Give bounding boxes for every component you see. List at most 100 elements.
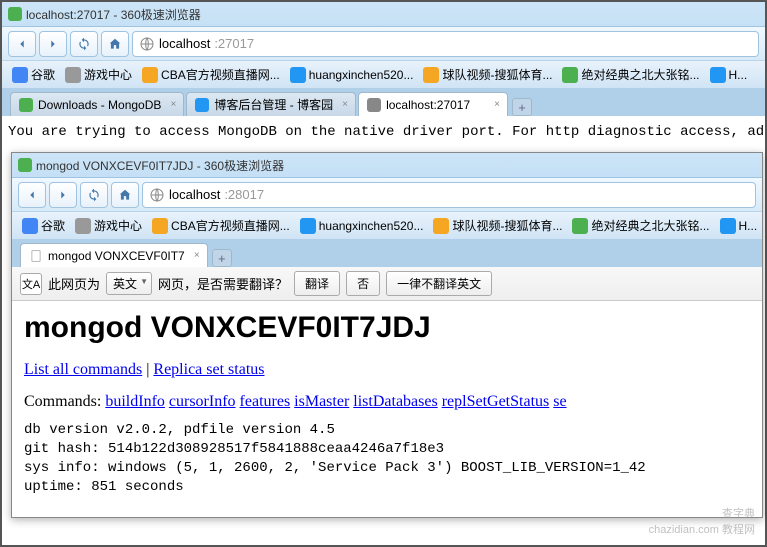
bookmark-icon: [152, 218, 168, 234]
outer-browser: localhost:27017 - 360极速浏览器 localhost:270…: [2, 2, 765, 148]
tab-label: Downloads - MongoDB: [38, 98, 161, 112]
command-link[interactable]: features: [240, 393, 291, 410]
bookmark-item[interactable]: 绝对经典之北大张铭...: [568, 215, 713, 236]
translate-question: 网页，是否需要翻译？: [158, 274, 288, 293]
bookmark-icon: [720, 218, 736, 234]
window-title: mongod VONXCEVF0IT7JDJ - 360极速浏览器: [36, 157, 284, 174]
bookmark-label: 游戏中心: [84, 66, 132, 83]
bookmark-label: 绝对经典之北大张铭...: [581, 66, 699, 83]
forward-button[interactable]: [49, 182, 77, 208]
bookmark-item[interactable]: 绝对经典之北大张铭...: [558, 64, 703, 85]
command-link[interactable]: buildInfo: [105, 393, 165, 410]
bookmark-icon: [572, 218, 588, 234]
command-link[interactable]: cursorInfo: [169, 393, 236, 410]
command-link[interactable]: se: [553, 393, 566, 410]
tab-favicon: [367, 98, 381, 112]
bookmark-item[interactable]: 游戏中心: [61, 64, 136, 85]
bookmark-label: H...: [739, 219, 758, 233]
bookmark-item[interactable]: H...: [716, 216, 762, 236]
address-host: localhost: [159, 36, 210, 51]
no-button[interactable]: 否: [346, 271, 380, 296]
forward-button[interactable]: [39, 31, 67, 57]
bookmark-label: 谷歌: [41, 217, 65, 234]
inner-tab[interactable]: mongod VONXCEVF0IT7 ×: [20, 243, 208, 267]
language-select[interactable]: 英文: [106, 272, 152, 295]
browser-tab[interactable]: 博客后台管理 - 博客园 ×: [186, 92, 356, 116]
bookmark-icon: [710, 67, 726, 83]
page-heading: mongod VONXCEVF0IT7JDJ: [24, 311, 750, 345]
address-host: localhost: [169, 187, 220, 202]
bookmark-label: CBA官方视频直播网...: [161, 66, 280, 83]
globe-icon: [149, 187, 165, 203]
close-icon[interactable]: ×: [491, 99, 503, 111]
command-link[interactable]: replSetGetStatus: [442, 393, 550, 410]
bookmark-item[interactable]: 球队视频-搜狐体育...: [419, 64, 556, 85]
tab-favicon: [195, 98, 209, 112]
browser-tab[interactable]: Downloads - MongoDB ×: [10, 92, 184, 116]
bookmark-icon: [22, 218, 38, 234]
outer-page-content: You are trying to access MongoDB on the …: [2, 116, 765, 148]
bookmark-label: CBA官方视频直播网...: [171, 217, 290, 234]
bookmark-item[interactable]: 谷歌: [18, 215, 69, 236]
commands-label: Commands:: [24, 393, 105, 410]
inner-browser: mongod VONXCEVF0IT7JDJ - 360极速浏览器 localh…: [11, 152, 763, 518]
tab-label: mongod VONXCEVF0IT7: [48, 249, 185, 263]
outer-tab-bar: Downloads - MongoDB×博客后台管理 - 博客园×localho…: [2, 88, 765, 116]
reload-button[interactable]: [70, 31, 98, 57]
info-line: uptime: 851 seconds: [24, 478, 750, 497]
inner-nav-bar: localhost :28017: [12, 177, 762, 211]
bookmark-icon: [423, 67, 439, 83]
replica-status-link[interactable]: Replica set status: [153, 361, 264, 378]
bookmark-label: 绝对经典之北大张铭...: [591, 217, 709, 234]
back-button[interactable]: [8, 31, 36, 57]
new-tab-button[interactable]: +: [512, 98, 532, 116]
window-title: localhost:27017 - 360极速浏览器: [26, 6, 201, 23]
command-link[interactable]: isMaster: [294, 393, 349, 410]
bookmark-label: 游戏中心: [94, 217, 142, 234]
never-translate-button[interactable]: 一律不翻译英文: [386, 271, 492, 296]
bookmark-item[interactable]: CBA官方视频直播网...: [148, 215, 294, 236]
inner-tab-bar: mongod VONXCEVF0IT7 × +: [12, 239, 762, 267]
close-icon[interactable]: ×: [167, 99, 179, 111]
address-port: :28017: [224, 187, 264, 202]
new-tab-button[interactable]: +: [212, 249, 232, 267]
bookmark-item[interactable]: 球队视频-搜狐体育...: [429, 215, 566, 236]
info-line: sys info: windows (5, 1, 2600, 2, 'Servi…: [24, 459, 750, 478]
outer-bookmark-bar: 谷歌 游戏中心 CBA官方视频直播网... huangxinchen520... 球队视…: [2, 60, 765, 88]
bookmark-icon: [433, 218, 449, 234]
bookmark-item[interactable]: CBA官方视频直播网...: [138, 64, 284, 85]
translate-button[interactable]: 翻译: [294, 271, 340, 296]
translate-icon: 文A: [20, 273, 42, 295]
globe-icon: [139, 36, 155, 52]
command-link[interactable]: listDatabases: [353, 393, 437, 410]
bookmark-icon: [300, 218, 316, 234]
bookmark-label: huangxinchen520...: [319, 219, 424, 233]
bookmark-item[interactable]: H...: [706, 65, 752, 85]
inner-bookmark-bar: 谷歌 游戏中心 CBA官方视频直播网... huangxinchen520... 球队视…: [12, 211, 762, 239]
bookmark-icon: [142, 67, 158, 83]
bookmark-label: huangxinchen520...: [309, 68, 414, 82]
bookmark-label: 球队视频-搜狐体育...: [442, 66, 552, 83]
bookmark-item[interactable]: 游戏中心: [71, 215, 146, 236]
outer-title-bar: localhost:27017 - 360极速浏览器: [2, 2, 765, 26]
tab-label: 博客后台管理 - 博客园: [214, 96, 333, 113]
bookmark-item[interactable]: huangxinchen520...: [286, 65, 418, 85]
page-icon: [29, 249, 43, 263]
home-button[interactable]: [111, 182, 139, 208]
back-button[interactable]: [18, 182, 46, 208]
translate-prefix: 此网页为: [48, 274, 100, 293]
info-line: git hash: 514b122d308928517f5841888ceaa4…: [24, 440, 750, 459]
close-icon[interactable]: ×: [339, 99, 351, 111]
reload-button[interactable]: [80, 182, 108, 208]
bookmark-item[interactable]: 谷歌: [8, 64, 59, 85]
outer-address-bar[interactable]: localhost:27017: [132, 31, 759, 57]
bookmark-label: H...: [729, 68, 748, 82]
bookmark-item[interactable]: huangxinchen520...: [296, 216, 428, 236]
inner-title-bar: mongod VONXCEVF0IT7JDJ - 360极速浏览器: [12, 153, 762, 177]
inner-address-bar[interactable]: localhost :28017: [142, 182, 756, 208]
browser-tab[interactable]: localhost:27017×: [358, 92, 508, 116]
top-links: List all commands | Replica set status: [24, 361, 750, 379]
close-icon[interactable]: ×: [191, 250, 203, 262]
list-commands-link[interactable]: List all commands: [24, 361, 142, 378]
home-button[interactable]: [101, 31, 129, 57]
